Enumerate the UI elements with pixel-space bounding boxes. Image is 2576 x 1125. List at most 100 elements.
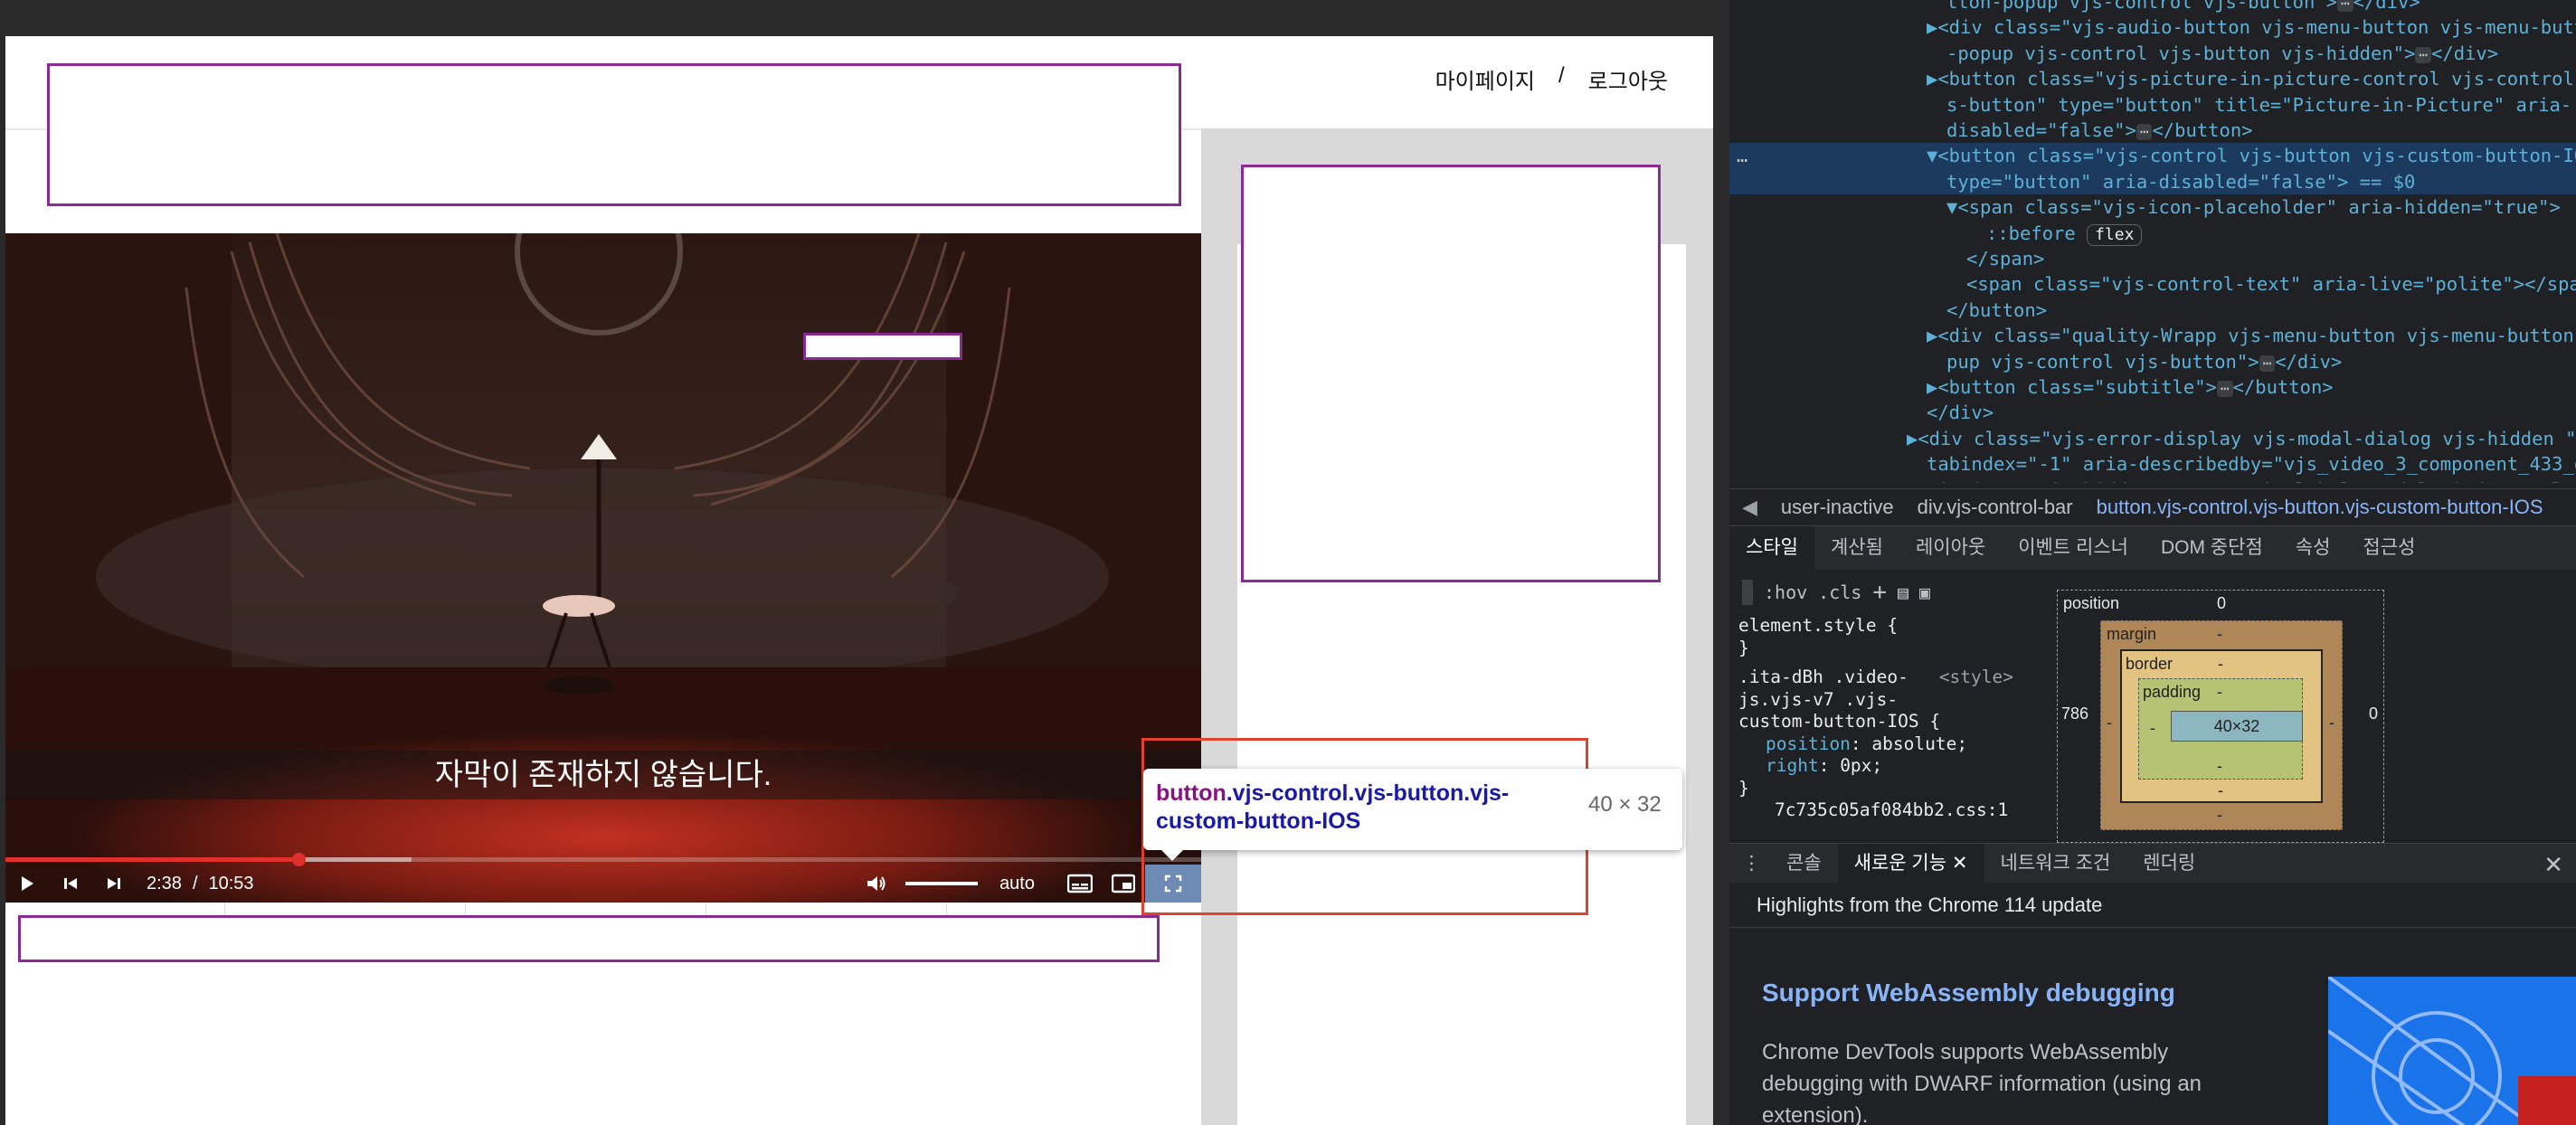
margin-left[interactable]: - — [2107, 714, 2112, 733]
filter-input[interactable] — [1742, 580, 1753, 605]
dom-node-text: </button> — [1946, 298, 2048, 321]
style-property[interactable]: position: absolute; — [1738, 733, 2021, 756]
dom-node-line[interactable]: pup vjs-control vjs-button"> ⋯ </div> — [1729, 349, 2576, 374]
padding-bottom[interactable]: - — [2217, 757, 2222, 776]
mute-button[interactable] — [855, 865, 898, 903]
property-value[interactable]: absolute; — [1871, 733, 1967, 754]
new-style-rule-icon[interactable]: + — [1872, 579, 1887, 606]
tab-event-listeners[interactable]: 이벤트 리스너 — [2002, 526, 2145, 570]
dom-node-line[interactable]: tabindex="-1" aria-describedby="vjs_vide… — [1729, 451, 2576, 477]
collapsed-children-icon[interactable]: ⋯ — [2216, 381, 2233, 397]
box-model-diagram: position 0 786 0 margin - - - - border -… — [2021, 572, 2576, 843]
padding-left[interactable]: - — [2150, 719, 2155, 738]
close-drawer-icon[interactable]: ✕ — [2543, 851, 2563, 879]
tab-rendering[interactable]: 렌더링 — [2126, 844, 2211, 884]
toggle-sidebar-icon[interactable]: ▣ — [1919, 581, 1930, 603]
mypage-link[interactable]: 마이페이지 — [1435, 63, 1535, 95]
dom-node-line[interactable]: type="button" aria-disabled="false"> == … — [1729, 168, 2576, 195]
dom-node-line[interactable]: ▶<button class="vjs-picture-in-picture-c… — [1729, 66, 2576, 91]
element-style-selector[interactable]: element.style { — [1738, 615, 2021, 638]
dom-node-line[interactable]: ▶<div class="vjs-audio-button vjs-menu-b… — [1729, 14, 2576, 40]
picture-in-picture-button[interactable] — [1102, 865, 1145, 903]
tab-properties[interactable]: 속성 — [2279, 526, 2347, 570]
close-tab-icon[interactable]: ✕ — [1952, 853, 1968, 874]
header-nav: 마이페이지 / 로그아웃 — [1435, 63, 1668, 95]
margin-bottom[interactable]: - — [2217, 806, 2222, 825]
dom-node-line[interactable]: ▶<div class="quality-Wrapp vjs-menu-butt… — [1729, 323, 2576, 348]
dom-node-line[interactable]: ▶<div class="vjs-error-display vjs-modal… — [1729, 426, 2576, 451]
property-value[interactable]: 0px; — [1840, 755, 1882, 776]
dom-node-text: ription" aria-hidden="true" aria-label="… — [1927, 479, 2576, 483]
breadcrumb-item-selected[interactable]: button.vjs-control.vjs-button.vjs-custom… — [2097, 496, 2543, 519]
tab-styles[interactable]: 스타일 — [1729, 526, 1814, 570]
tab-computed[interactable]: 계산됨 — [1814, 526, 1899, 570]
dom-node-line[interactable]: ::before flex — [1729, 221, 2576, 246]
tab-whats-new[interactable]: 새로운 기능 ✕ — [1837, 843, 1984, 884]
dom-node-text: disabled="false"> — [1946, 119, 2136, 141]
dom-node-line[interactable]: ription" aria-hidden="true" aria-label="… — [1729, 477, 2576, 483]
tab-network-conditions[interactable]: 네트워크 조건 — [1984, 844, 2127, 884]
style-property[interactable]: right: 0px; — [1738, 755, 2021, 778]
dom-node-line[interactable]: tton-popup vjs-control vjs-button"> ⋯ </di… — [1729, 0, 2576, 14]
dom-node-line[interactable]: ▼<button class="vjs-control vjs-button v… — [1729, 143, 2576, 169]
dom-node-line[interactable]: -popup vjs-control vjs-button vjs-hidden… — [1729, 41, 2576, 66]
tab-accessibility[interactable]: 접근성 — [2346, 526, 2431, 570]
dom-node-line[interactable]: </span> — [1729, 246, 2576, 271]
dom-node-line[interactable]: <span class="vjs-control-text" aria-live… — [1729, 271, 2576, 297]
collapsed-children-icon[interactable]: ⋯ — [2259, 355, 2276, 372]
paint-brush-icon[interactable]: ▤ — [1898, 581, 1908, 603]
position-label: position — [2063, 594, 2120, 612]
redacted-overlay — [803, 333, 962, 360]
node-menu-icon[interactable]: … — [1737, 143, 1747, 168]
margin-right[interactable]: - — [2329, 714, 2334, 733]
video-player[interactable]: 자막이 존재하지 않습니다. 2:38 / 10:53 auto — [5, 233, 1201, 903]
next-rule-source[interactable]: 7c735c05af084bb2.css:1 — [1738, 799, 2021, 822]
border-top[interactable]: - — [2218, 655, 2223, 674]
position-value[interactable]: 0 — [2217, 594, 2226, 613]
subtitles-button[interactable] — [1058, 865, 1102, 903]
tab-console[interactable]: 콘솔 — [1770, 844, 1838, 884]
rule-selector[interactable]: .ita-dBh .video- — [1738, 666, 1908, 687]
logout-link[interactable]: 로그아웃 — [1588, 63, 1668, 95]
breadcrumb-scroll-left-icon[interactable]: ◀ — [1742, 496, 1757, 519]
elements-dom-tree[interactable]: tton-popup vjs-control vjs-button"> ⋯ </di… — [1729, 0, 2576, 483]
whats-new-body: Chrome DevTools supports WebAssembly deb… — [1762, 1040, 2202, 1125]
dom-node-line[interactable]: </button> — [1729, 298, 2576, 323]
box-model-content-size[interactable]: 40×32 — [2171, 711, 2303, 742]
border-bottom[interactable]: - — [2218, 781, 2223, 800]
hov-toggle[interactable]: :hov — [1764, 581, 1807, 603]
position-right-value[interactable]: 0 — [2369, 704, 2378, 723]
drawer-menu-icon[interactable]: ⋮ — [1729, 852, 1770, 874]
tab-dom-breakpoints[interactable]: DOM 중단점 — [2145, 526, 2279, 570]
progress-bar[interactable] — [5, 853, 1201, 866]
control-bar: 2:38 / 10:53 auto — [5, 865, 1201, 903]
volume-slider[interactable] — [905, 882, 979, 885]
margin-top[interactable]: - — [2217, 625, 2222, 644]
collapsed-children-icon[interactable]: ⋯ — [2415, 46, 2432, 63]
padding-top[interactable]: - — [2217, 683, 2222, 702]
webassembly-illustration — [2328, 977, 2576, 1125]
breadcrumb-item[interactable]: user-inactive — [1781, 496, 1894, 519]
dom-node-line[interactable]: </div> — [1729, 400, 2576, 425]
whats-new-title[interactable]: Support WebAssembly debugging — [1762, 978, 2175, 1007]
position-left-value[interactable]: 786 — [2061, 704, 2088, 723]
flex-badge[interactable]: flex — [2087, 223, 2143, 246]
rule-source[interactable]: <style> — [1939, 666, 2021, 689]
property-name[interactable]: right — [1766, 755, 1819, 776]
dom-node-line[interactable]: ▼<span class="vjs-icon-placeholder" aria… — [1729, 194, 2576, 220]
dom-node-line[interactable]: ▶<button class="subtitle"> ⋯ </button> — [1729, 374, 2576, 400]
breadcrumb-item[interactable]: div.vjs-control-bar — [1918, 496, 2073, 519]
next-button[interactable] — [92, 865, 136, 903]
previous-button[interactable] — [49, 865, 92, 903]
cls-toggle[interactable]: .cls — [1818, 581, 1861, 603]
dom-node-line[interactable]: s-button" type="button" title="Picture-i… — [1729, 92, 2576, 118]
play-button[interactable] — [5, 865, 49, 903]
dom-node-line[interactable]: disabled="false"> ⋯ </button> — [1729, 118, 2576, 143]
collapsed-children-icon[interactable]: ⋯ — [2336, 0, 2353, 12]
rule-selector[interactable]: js.vjs-v7 .vjs- — [1738, 689, 2021, 712]
quality-selector[interactable]: auto — [999, 874, 1035, 894]
collapsed-children-icon[interactable]: ⋯ — [2136, 124, 2153, 140]
rule-selector[interactable]: custom-button-IOS { — [1738, 711, 2021, 733]
property-name[interactable]: position — [1766, 733, 1851, 754]
tab-layout[interactable]: 레이아웃 — [1899, 526, 2002, 570]
